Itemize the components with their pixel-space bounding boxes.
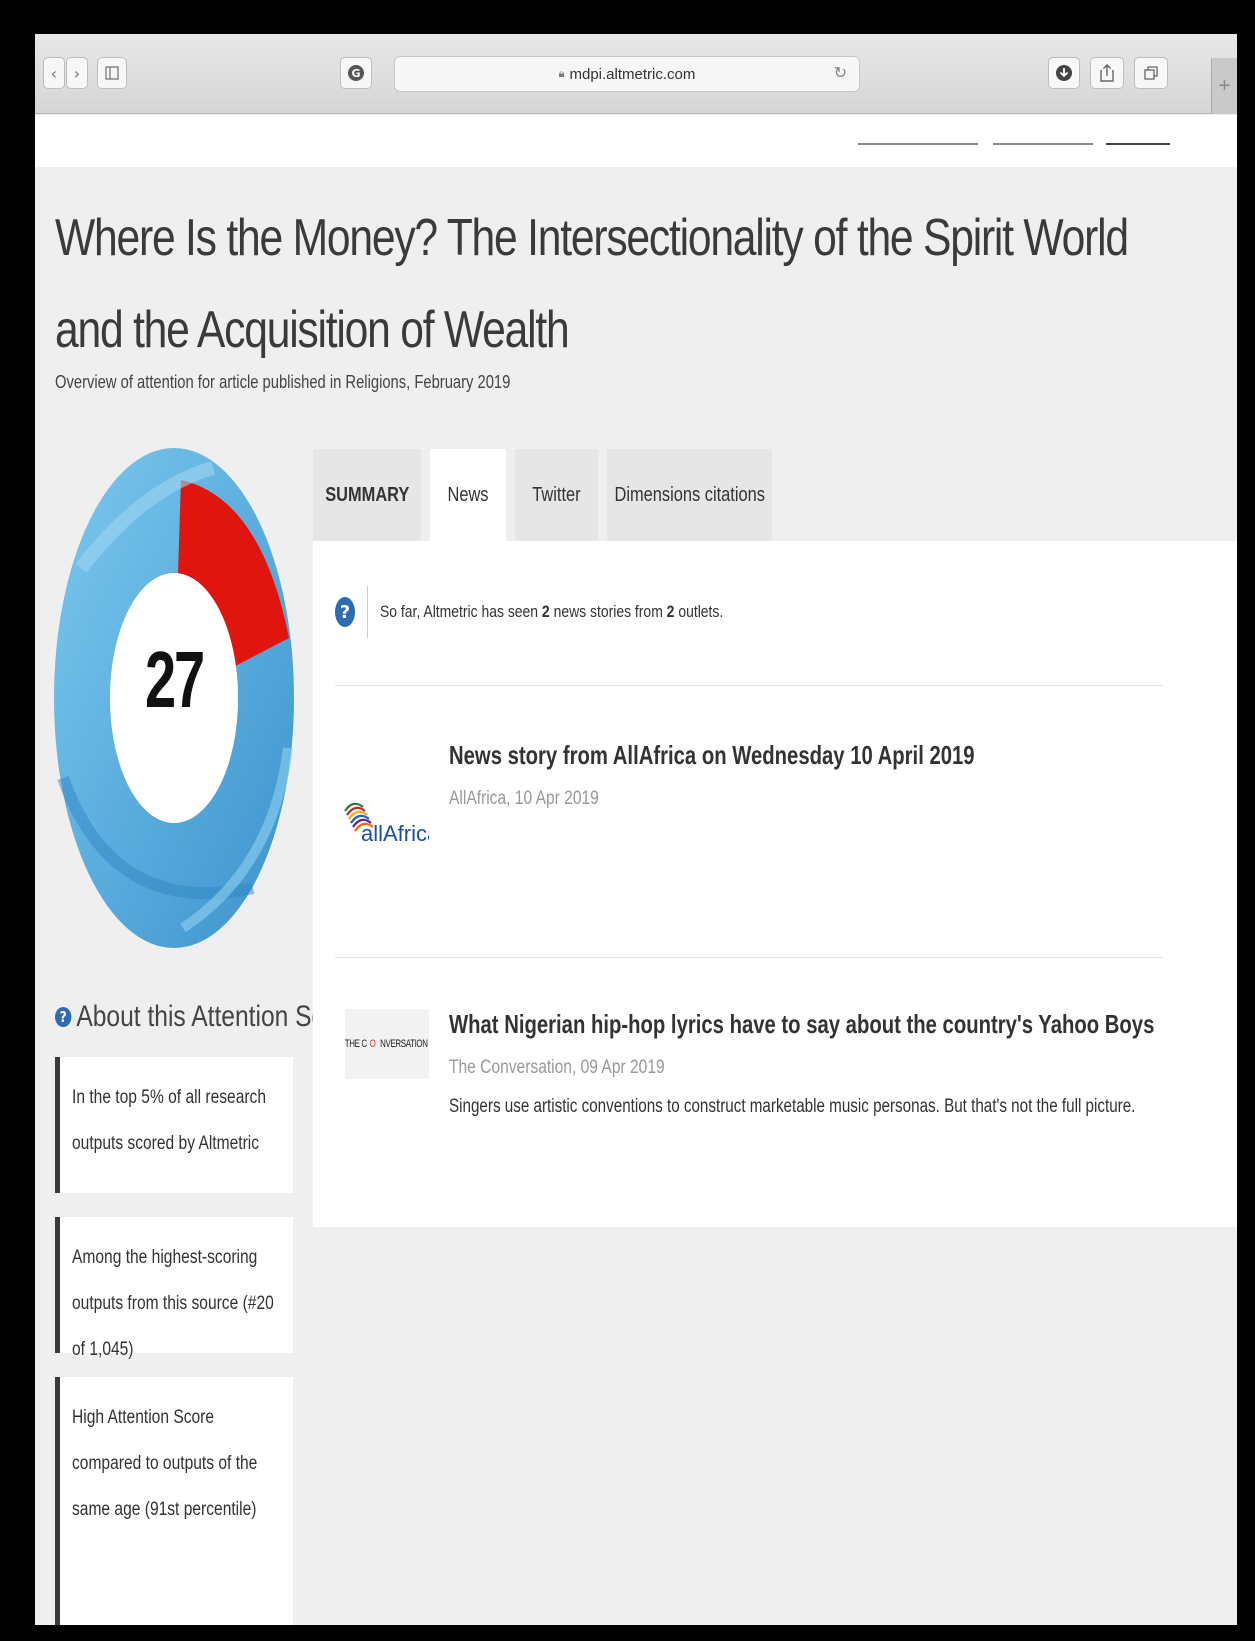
sidebar-button[interactable] [97, 57, 127, 89]
allafrica-logo-text: allAfrica [361, 821, 429, 845]
outlets-count: 2 [666, 602, 675, 621]
site-header [35, 115, 1237, 167]
logo-text: NVERSATION [379, 1038, 428, 1050]
divider [367, 586, 368, 638]
divider [335, 685, 1163, 686]
grammarly-button[interactable]: G [340, 57, 372, 89]
the-conversation-logo[interactable]: THE C O NVERSATION [345, 1009, 429, 1079]
intro-prefix: So far, Altmetric has seen [380, 602, 542, 621]
score-context-card[interactable]: Among the highest-scoring outputs from t… [55, 1217, 293, 1360]
new-tab-button[interactable]: + [1211, 58, 1237, 114]
header-nav-item[interactable] [858, 115, 978, 145]
score-context-text: Among the highest-scoring outputs from t… [72, 1247, 274, 1360]
logo-text: O [369, 1038, 375, 1050]
tab-label: News [447, 484, 489, 506]
forward-button[interactable]: › [66, 57, 88, 89]
allafrica-logo[interactable]: allAfrica [343, 789, 429, 845]
news-story-meta: AllAfrica, 10 Apr 2019 [449, 788, 599, 809]
share-button[interactable] [1090, 57, 1124, 89]
svg-text:G: G [351, 67, 360, 80]
tab-label: SUMMARY [324, 483, 410, 506]
score-context-card[interactable]: High Attention Score compared to outputs… [55, 1377, 293, 1625]
article-title: Where Is the Money? The Intersectionalit… [55, 209, 1129, 359]
tab-twitter[interactable]: Twitter [515, 449, 598, 541]
chevron-right-icon: › [73, 63, 81, 83]
download-button[interactable] [1048, 57, 1080, 89]
tab-news[interactable]: News [430, 449, 506, 542]
news-story-meta: The Conversation, 09 Apr 2019 [449, 1057, 665, 1078]
tab-dimensions-citations[interactable]: Dimensions citations [607, 449, 772, 541]
browser-toolbar: ‹ › G 🔒︎ mdpi.altmetric.com ↻ + [35, 34, 1237, 114]
browser-window: ‹ › G 🔒︎ mdpi.altmetric.com ↻ + Where Is… [35, 34, 1237, 1625]
logo-text: THE C [344, 1038, 367, 1050]
news-intro: ? So far, Altmetric has seen 2 news stor… [335, 584, 799, 640]
help-icon: ? [55, 1007, 72, 1027]
share-icon [1100, 64, 1114, 82]
header-nav-item[interactable] [1106, 115, 1170, 145]
back-button[interactable]: ‹ [43, 57, 65, 89]
news-story-title[interactable]: News story from AllAfrica on Wednesday 1… [449, 740, 975, 771]
tabs-button[interactable] [1134, 57, 1168, 89]
help-icon[interactable]: ? [335, 597, 355, 627]
tab-label: Twitter [532, 483, 581, 506]
news-story-title[interactable]: What Nigerian hip-hop lyrics have to say… [449, 1009, 1154, 1040]
lock-icon: 🔒︎ [558, 67, 565, 80]
score-context-text: In the top 5% of all research outputs sc… [72, 1087, 267, 1154]
tabs-icon [1144, 66, 1158, 80]
sidebar-icon [105, 66, 119, 80]
attention-score-value: 27 [144, 635, 205, 724]
url-text: mdpi.altmetric.com [569, 65, 696, 83]
tab-summary[interactable]: SUMMARY [313, 449, 421, 541]
download-icon [1056, 65, 1072, 81]
g-icon: G [348, 65, 364, 81]
intro-suffix: outlets. [674, 602, 724, 621]
news-panel [313, 541, 1237, 1227]
news-story-description: Singers use artistic conventions to cons… [449, 1096, 1136, 1117]
chevron-left-icon: ‹ [50, 63, 58, 83]
news-intro-text: So far, Altmetric has seen 2 news storie… [380, 602, 723, 622]
reload-icon[interactable]: ↻ [834, 63, 847, 82]
divider [335, 957, 1163, 958]
score-context-text: High Attention Score compared to outputs… [72, 1407, 258, 1520]
score-context-card[interactable]: In the top 5% of all research outputs sc… [55, 1057, 293, 1193]
article-subtitle: Overview of attention for article publis… [55, 372, 511, 392]
stories-count: 2 [541, 602, 550, 621]
address-bar[interactable]: 🔒︎ mdpi.altmetric.com ↻ [394, 56, 860, 92]
header-nav-item[interactable] [993, 115, 1093, 145]
tab-label: Dimensions citations [614, 483, 765, 506]
intro-mid: news stories from [549, 602, 667, 621]
